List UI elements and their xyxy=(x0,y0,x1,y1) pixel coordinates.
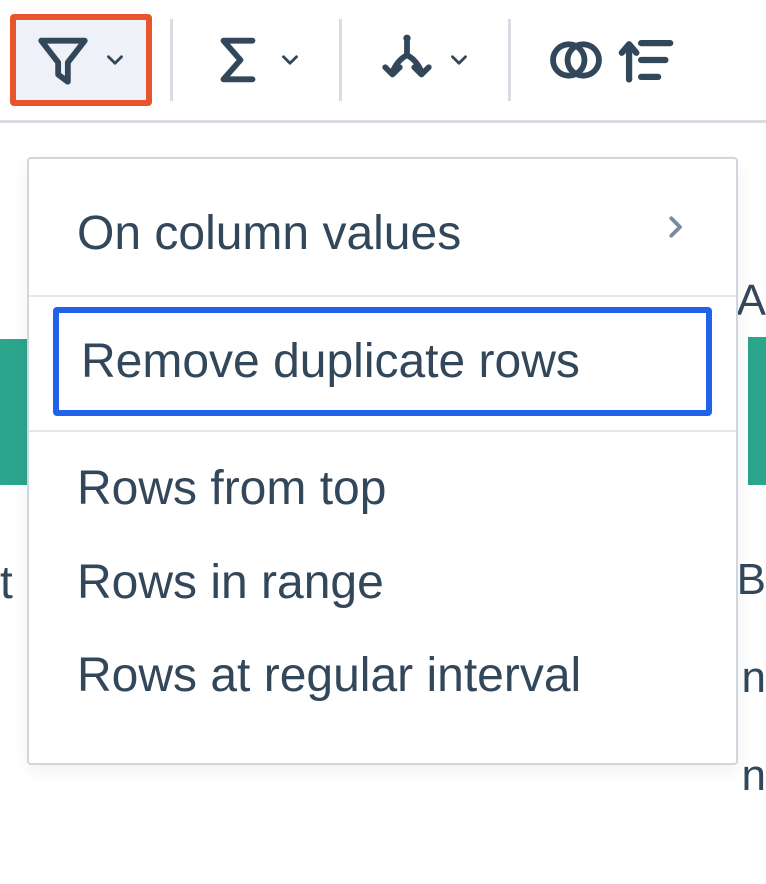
sigma-icon xyxy=(209,31,267,89)
chevron-down-icon xyxy=(277,47,303,73)
menu-item-rows-from-top[interactable]: Rows from top xyxy=(29,442,736,536)
menu-item-label: On column values xyxy=(77,205,461,263)
join-icon xyxy=(547,31,605,89)
menu-group: Rows from top Rows in range Rows at regu… xyxy=(29,442,736,723)
split-dropdown-button[interactable] xyxy=(360,14,490,106)
menu-item-label: Remove duplicate rows xyxy=(81,333,580,391)
toolbar xyxy=(0,0,766,123)
bg-text: A xyxy=(737,276,766,326)
menu-separator xyxy=(29,430,736,432)
join-button[interactable] xyxy=(529,14,611,106)
split-icon xyxy=(378,31,436,89)
bg-text: n xyxy=(742,751,766,801)
sort-icon xyxy=(617,31,675,89)
chevron-right-icon xyxy=(660,205,690,263)
toolbar-divider xyxy=(508,19,511,101)
aggregate-dropdown-button[interactable] xyxy=(191,14,321,106)
chevron-down-icon xyxy=(102,47,128,73)
menu-item-on-column-values[interactable]: On column values xyxy=(29,179,736,289)
bg-decoration xyxy=(748,337,766,485)
menu-item-label: Rows from top xyxy=(77,460,386,518)
menu-item-remove-duplicate-rows[interactable]: Remove duplicate rows xyxy=(53,307,712,417)
chevron-down-icon xyxy=(446,47,472,73)
menu-separator xyxy=(29,295,736,297)
menu-item-rows-in-range[interactable]: Rows in range xyxy=(29,536,736,630)
filter-dropdown-button[interactable] xyxy=(10,14,152,106)
filter-dropdown-menu: On column values Remove duplicate rows R… xyxy=(27,157,738,765)
toolbar-divider xyxy=(339,19,342,101)
funnel-icon xyxy=(34,31,92,89)
menu-item-label: Rows at regular interval xyxy=(77,647,581,705)
menu-item-label: Rows in range xyxy=(77,554,384,612)
bg-text: B xyxy=(737,555,766,605)
menu-item-rows-at-regular-interval[interactable]: Rows at regular interval xyxy=(29,629,736,723)
sort-button[interactable] xyxy=(611,14,693,106)
bg-text: n xyxy=(742,653,766,703)
toolbar-divider xyxy=(170,19,173,101)
